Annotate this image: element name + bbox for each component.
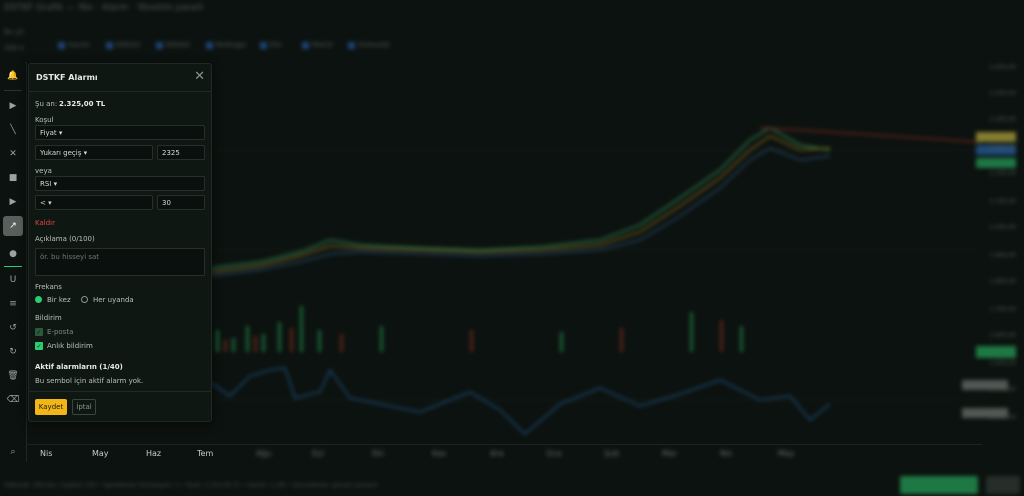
condition-label: Koşul — [35, 116, 54, 124]
dialog-footer-divider — [29, 391, 211, 392]
current-price-label: Şu an: — [35, 100, 58, 108]
close-icon[interactable]: ✕ — [194, 69, 205, 84]
alarm-dialog: DSTKF Alarmı ✕ Şu an: 2.325,00 TL Koşul … — [28, 63, 212, 422]
month-label: Nis — [40, 449, 53, 458]
month-label: May — [92, 449, 109, 458]
drawing-toolbar: 🔔 ▶ ╲ ✕ ■ ▶ ↗ ● U ≡ ↺ ↻ 🗑 ⌫ ⌕ — [0, 62, 27, 462]
secondary-value-input[interactable]: 30 — [157, 195, 205, 210]
description-label: Açıklama (0/100) — [35, 235, 95, 243]
notification-label: Bildirim — [35, 314, 62, 322]
trendline-icon[interactable]: ╲ — [3, 120, 23, 140]
frequency-label: Frekans — [35, 283, 62, 291]
status-secondary-button[interactable] — [986, 476, 1020, 494]
active-alarms-text: Bu sembol için aktif alarm yok. — [35, 377, 144, 385]
dialog-header: DSTKF Alarmı ✕ — [29, 64, 211, 92]
palette-icon[interactable]: ● — [3, 244, 23, 264]
cancel-button[interactable]: İptal — [72, 399, 96, 415]
push-checkbox[interactable]: ✓ — [35, 342, 43, 350]
time-axis-line — [26, 444, 982, 445]
email-checkbox[interactable]: ✓ — [35, 328, 43, 336]
month-label: Haz — [146, 449, 162, 458]
price-axis: 2.600,00 2.500,00 2.400,00 2.300,00 2.20… — [989, 64, 1016, 421]
push-label: Anlık bildirim — [47, 342, 93, 350]
search-icon[interactable]: ⌕ — [3, 442, 23, 462]
status-text: Yüklendi: 300 bar / toplam 330 • İşaretl… — [4, 482, 378, 489]
frequency-once-radio[interactable] — [35, 296, 42, 303]
condition-type-select[interactable]: Fiyat ▾ — [35, 125, 205, 140]
eraser-icon[interactable]: ⌫ — [3, 390, 23, 410]
current-price-value: 2.325,00 TL — [59, 100, 106, 108]
remove-condition-link[interactable]: Kaldır — [35, 219, 55, 227]
frequency-every-label: Her uyanda — [93, 296, 134, 304]
chart-line-icon[interactable]: ↗ — [3, 216, 23, 236]
secondary-type-select[interactable]: RSI ▾ — [35, 176, 205, 191]
description-textarea[interactable]: ör. bu hisseyi sat — [35, 248, 205, 276]
frequency-once-label: Bir kez — [47, 296, 71, 304]
settings-sliders-icon[interactable]: ≡ — [3, 294, 23, 314]
email-label: E-posta — [47, 328, 74, 336]
condition-value-input[interactable]: 2325 — [157, 145, 205, 160]
play-icon[interactable]: ▶ — [3, 192, 23, 212]
active-alarms-label: Aktif alarmların (1/40) — [35, 363, 123, 371]
status-primary-button[interactable] — [900, 476, 978, 494]
rectangle-icon[interactable]: ■ — [3, 168, 23, 188]
cursor-icon[interactable]: ▶ — [3, 96, 23, 116]
or-label: veya — [35, 167, 52, 175]
alarm-bell-icon[interactable]: 🔔 — [3, 66, 23, 86]
condition-operator-select[interactable]: Yukarı geçiş ▾ — [35, 145, 153, 160]
save-button[interactable]: Kaydet — [35, 399, 67, 415]
redo-icon[interactable]: ↻ — [3, 342, 23, 362]
undo-icon[interactable]: ↺ — [3, 318, 23, 338]
secondary-operator-select[interactable]: < ▾ — [35, 195, 153, 210]
month-label: Tem — [197, 449, 214, 458]
magnet-icon[interactable]: U — [3, 270, 23, 290]
crosshair-icon[interactable]: ✕ — [3, 144, 23, 164]
dialog-title: DSTKF Alarmı — [36, 73, 98, 82]
trash-icon[interactable]: 🗑 — [3, 366, 23, 386]
frequency-every-radio[interactable] — [81, 296, 88, 303]
